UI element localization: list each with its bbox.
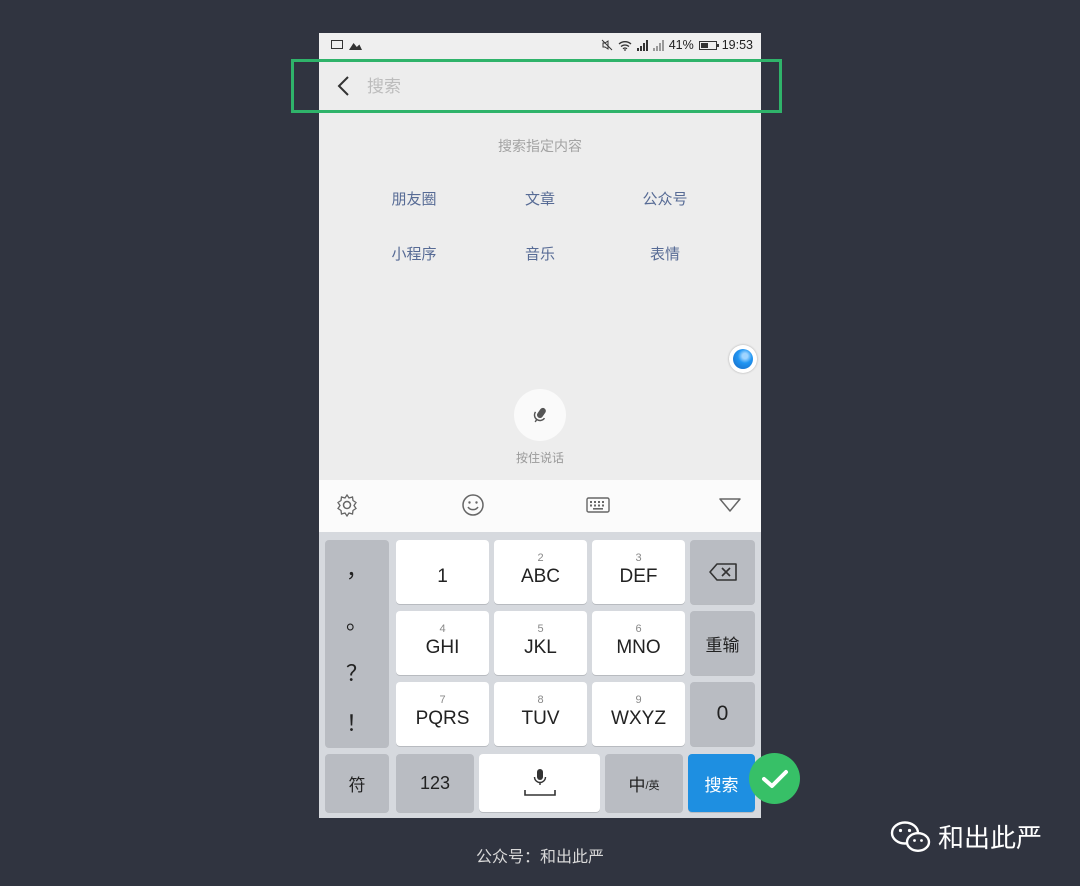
microphone-icon bbox=[533, 407, 546, 423]
key-number: 7 bbox=[439, 694, 446, 706]
status-bar: 41% 19:53 bbox=[319, 33, 761, 59]
category-articles[interactable]: 文章 bbox=[480, 188, 600, 209]
category-mini-programs[interactable]: 小程序 bbox=[354, 243, 474, 264]
wifi-icon bbox=[618, 40, 632, 51]
key-wxyz[interactable]: 9 WXYZ bbox=[592, 682, 685, 746]
key-label: 1 bbox=[437, 566, 448, 587]
symbol-key[interactable]: 符 bbox=[325, 754, 389, 812]
key-number: 6 bbox=[635, 623, 642, 635]
key-pqrs[interactable]: 7 PQRS bbox=[396, 682, 489, 746]
search-input[interactable] bbox=[365, 73, 729, 101]
voice-input-label: 按住说话 bbox=[515, 451, 564, 465]
back-button[interactable] bbox=[329, 71, 359, 101]
punct-question-key[interactable]: ？ bbox=[325, 656, 389, 688]
category-moments[interactable]: 朋友圈 bbox=[354, 188, 474, 209]
checkmark-icon bbox=[761, 769, 788, 788]
key-label: PQRS bbox=[415, 708, 470, 729]
key-label: GHI bbox=[425, 637, 460, 658]
key-1[interactable]: 1 bbox=[396, 540, 489, 604]
space-voice-key[interactable] bbox=[479, 754, 600, 812]
key-label: DEF bbox=[619, 566, 658, 587]
key-number: 4 bbox=[439, 623, 446, 635]
floating-assistive-ball[interactable] bbox=[729, 345, 757, 373]
key-label: ABC bbox=[520, 566, 561, 587]
backspace-key[interactable] bbox=[690, 540, 755, 604]
key-abc[interactable]: 2 ABC bbox=[494, 540, 587, 604]
key-label: WXYZ bbox=[611, 708, 666, 729]
key-tuv[interactable]: 8 TUV bbox=[494, 682, 587, 746]
punct-period-key[interactable]: 。 bbox=[325, 604, 389, 636]
key-ghi[interactable]: 4 GHI bbox=[396, 611, 489, 675]
keyboard: ， 。 ？ ！ 1 2 ABC 3 DEF 4 GHI 5 JKL 6 MNO … bbox=[319, 532, 761, 818]
backspace-icon bbox=[708, 563, 737, 581]
zero-key[interactable]: 0 bbox=[690, 682, 755, 746]
emoji-smiley-icon[interactable] bbox=[460, 492, 486, 518]
search-header bbox=[319, 59, 761, 112]
punctuation-column: ， 。 ？ ！ bbox=[325, 540, 389, 748]
confirm-check-badge bbox=[749, 753, 800, 804]
keyboard-toolbar bbox=[319, 480, 761, 532]
hide-keyboard-icon[interactable] bbox=[717, 492, 743, 518]
category-stickers[interactable]: 表情 bbox=[605, 243, 725, 264]
signal-icon bbox=[636, 39, 648, 51]
battery-icon bbox=[698, 40, 719, 50]
lang-sub-label: /英 bbox=[645, 780, 660, 792]
keyboard-notification-icon bbox=[331, 40, 343, 49]
watermark: 和出此严 bbox=[890, 818, 1042, 855]
keyboard-switch-icon[interactable] bbox=[585, 492, 611, 518]
key-number: 5 bbox=[537, 623, 544, 635]
battery-percent: 41% bbox=[668, 38, 694, 52]
key-number: 9 bbox=[635, 694, 642, 706]
search-submit-key[interactable]: 搜索 bbox=[688, 754, 755, 812]
key-mno[interactable]: 6 MNO bbox=[592, 611, 685, 675]
settings-gear-icon[interactable] bbox=[334, 492, 360, 518]
punct-comma-key[interactable]: ， bbox=[325, 552, 389, 584]
key-jkl[interactable]: 5 JKL bbox=[494, 611, 587, 675]
key-number: 2 bbox=[537, 552, 544, 564]
key-label: JKL bbox=[524, 637, 557, 658]
image-notification-icon bbox=[349, 43, 362, 50]
category-music[interactable]: 音乐 bbox=[480, 243, 600, 264]
watermark-text: 和出此严 bbox=[938, 824, 1043, 854]
key-number: 3 bbox=[635, 552, 642, 564]
search-hint: 搜索指定内容 bbox=[498, 139, 582, 155]
reinput-key[interactable]: 重输 bbox=[690, 611, 755, 675]
chevron-left-icon bbox=[337, 76, 349, 96]
lang-main-label: 中 bbox=[628, 775, 646, 795]
signal-2-icon bbox=[652, 39, 664, 51]
punct-exclaim-key[interactable]: ！ bbox=[325, 706, 389, 738]
category-official-accounts[interactable]: 公众号 bbox=[605, 188, 725, 209]
microphone-space-icon bbox=[523, 769, 556, 796]
phone-screen: 41% 19:53 搜索指定内容 朋友圈 文章 公众号 小程序 音乐 表情 按住… bbox=[319, 33, 761, 818]
numeric-key[interactable]: 123 bbox=[396, 754, 474, 812]
key-label: TUV bbox=[521, 708, 560, 729]
mute-icon bbox=[601, 39, 613, 51]
key-label: MNO bbox=[616, 637, 661, 658]
voice-input-button[interactable] bbox=[514, 389, 566, 441]
wechat-logo-icon bbox=[890, 820, 931, 852]
clock: 19:53 bbox=[721, 38, 753, 52]
key-number: 8 bbox=[537, 694, 544, 706]
key-def[interactable]: 3 DEF bbox=[592, 540, 685, 604]
language-switch-key[interactable]: 中 /英 bbox=[605, 754, 683, 812]
